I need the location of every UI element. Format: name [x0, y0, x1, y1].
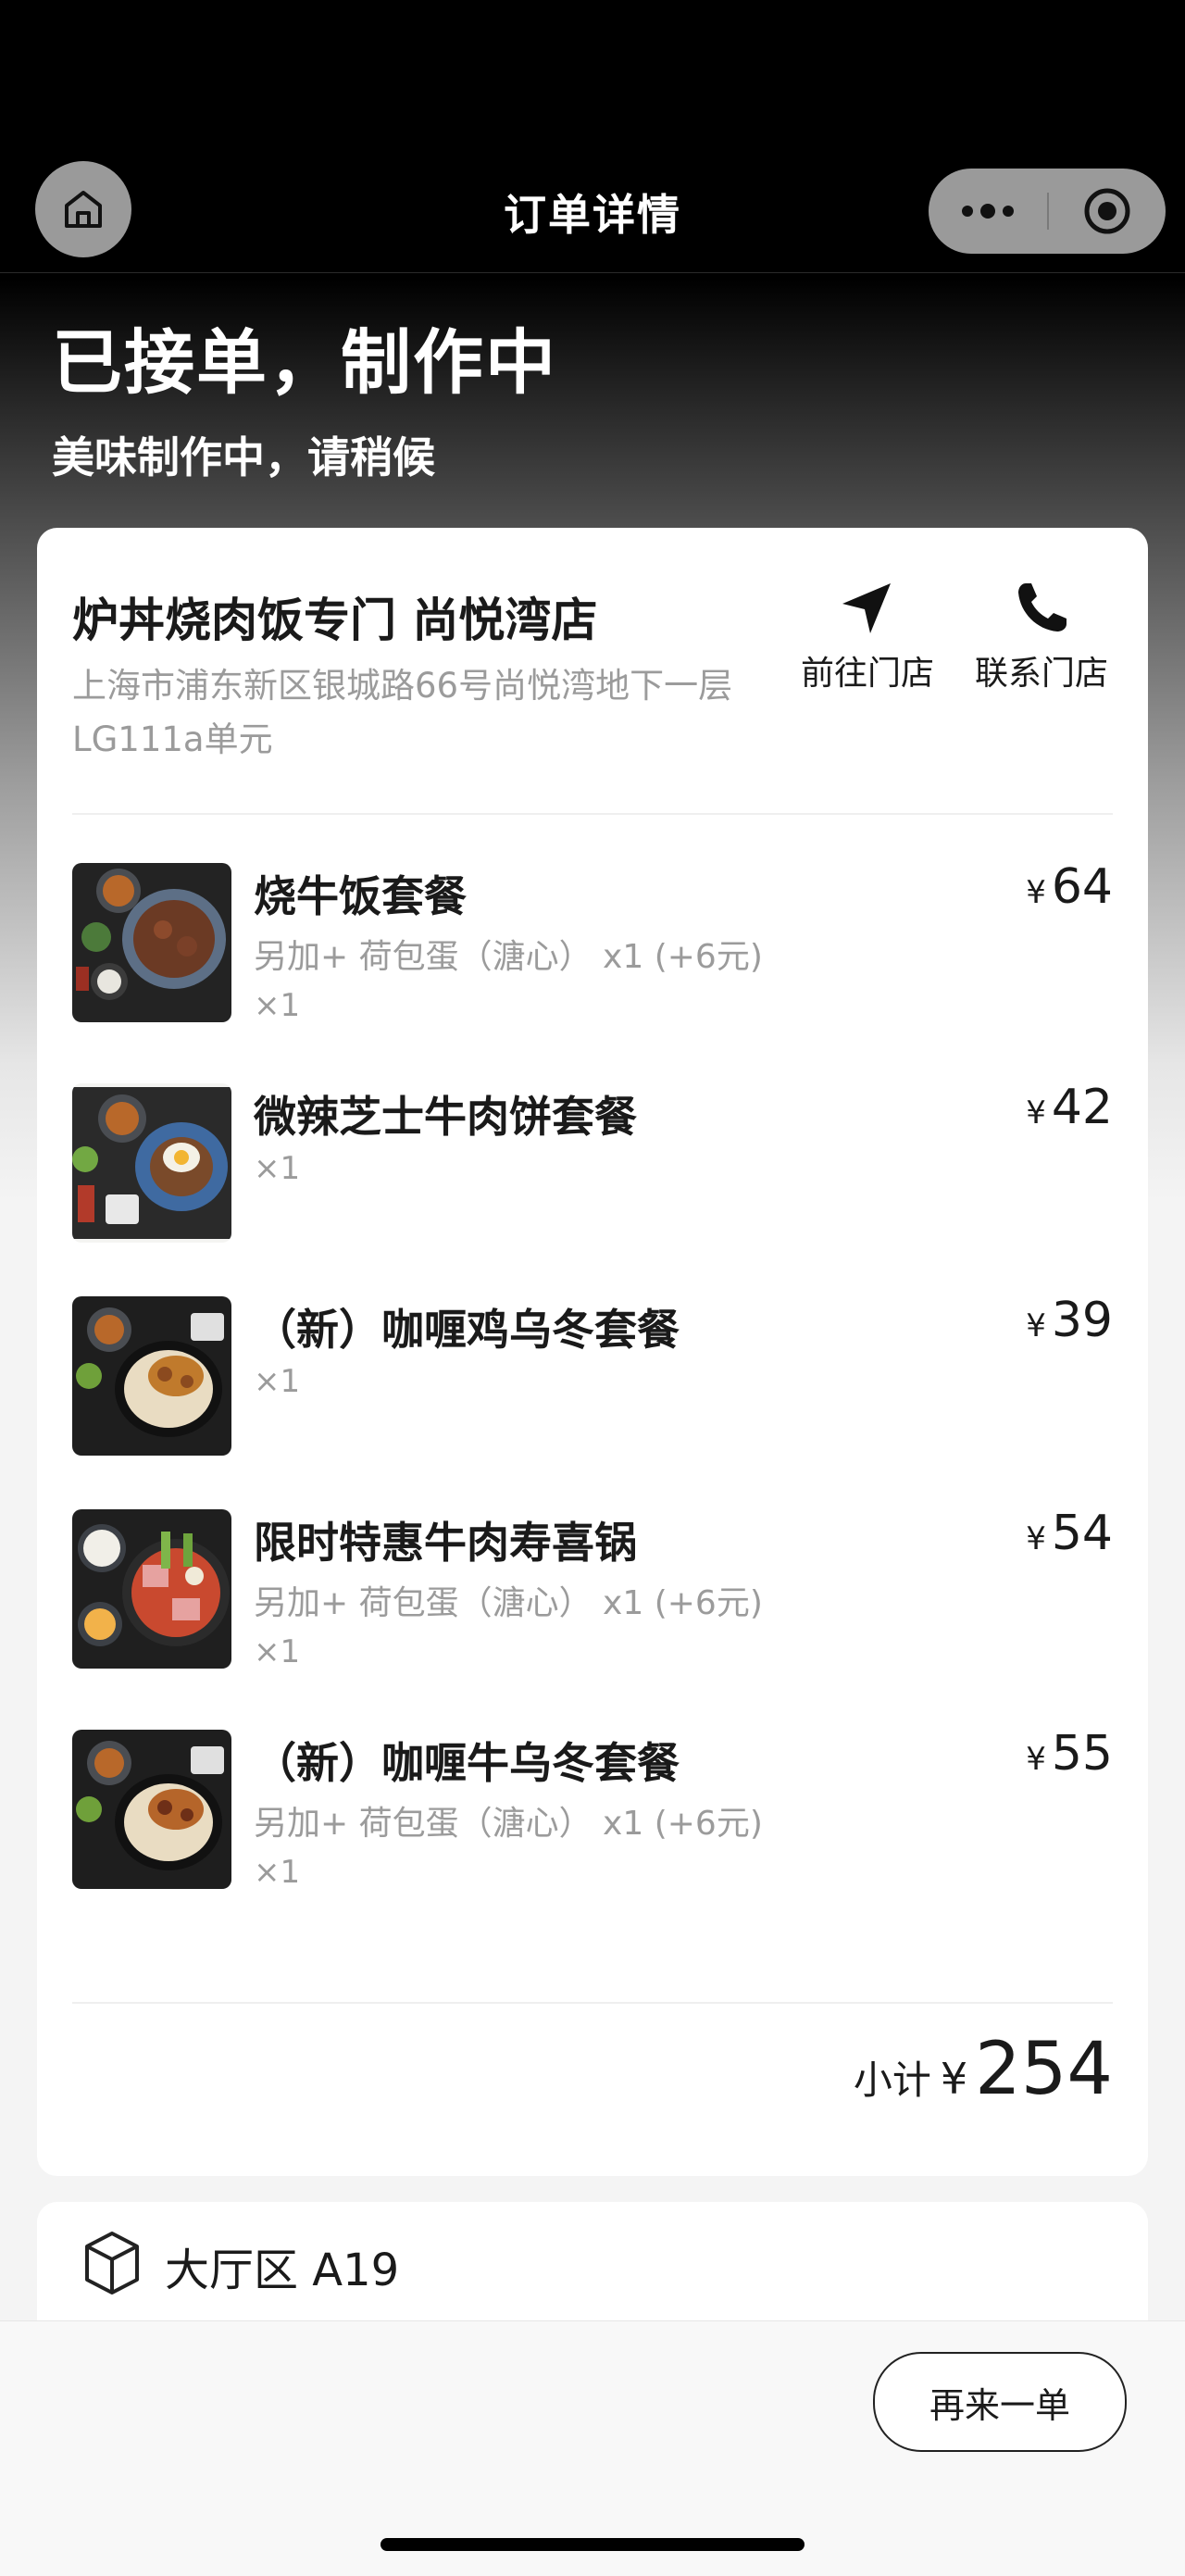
item-quantity: ×1 [254, 987, 301, 1024]
order-item: 微辣芝士牛肉饼套餐 ×1 ¥42 [72, 1080, 1113, 1243]
item-image [72, 1730, 231, 1889]
item-price: ¥54 [1026, 1506, 1113, 1561]
subtotal-divider [72, 2002, 1113, 2004]
item-price-value: 64 [1051, 859, 1113, 915]
cube-icon [85, 2232, 139, 2295]
navigate-label: 前往门店 [800, 655, 934, 693]
currency-symbol: ¥ [1026, 1307, 1046, 1344]
item-image [72, 863, 231, 1022]
nav-bar: 订单详情 [0, 157, 1185, 273]
currency-symbol: ¥ [1026, 1741, 1046, 1778]
more-button[interactable] [929, 169, 1047, 254]
navigate-to-store-button[interactable]: 前往门店 [789, 576, 946, 694]
item-quantity: ×1 [254, 1633, 301, 1670]
phone-icon [1018, 583, 1066, 631]
item-price-value: 39 [1051, 1293, 1113, 1348]
store-divider [72, 813, 1113, 815]
currency-symbol: ¥ [1026, 1520, 1046, 1557]
reorder-button[interactable]: 再来一单 [873, 2352, 1127, 2452]
item-price-value: 42 [1051, 1080, 1113, 1135]
item-name: 限时特惠牛肉寿喜锅 [254, 1518, 637, 1568]
item-option: 另加+ 荷包蛋（溏心） x1 (+6元) [254, 1584, 763, 1622]
item-price-value: 55 [1051, 1726, 1113, 1782]
order-item: （新）咖喱牛乌冬套餐 另加+ 荷包蛋（溏心） x1 (+6元) ×1 ¥55 [72, 1726, 1113, 1915]
target-circle-icon [1084, 188, 1130, 234]
more-dots-icon [962, 204, 1014, 219]
item-quantity: ×1 [254, 1854, 301, 1891]
item-name: （新）咖喱牛乌冬套餐 [254, 1738, 680, 1788]
item-image [72, 1083, 231, 1243]
item-image [72, 1509, 231, 1669]
item-quantity: ×1 [254, 1363, 301, 1400]
item-price: ¥55 [1026, 1726, 1113, 1782]
order-item: 烧牛饭套餐 另加+ 荷包蛋（溏心） x1 (+6元) ×1 ¥64 [72, 859, 1113, 1048]
store-address: 上海市浦东新区银城路66号尚悦湾地下一层LG111a单元 [72, 666, 733, 759]
call-store-button[interactable]: 联系门店 [963, 576, 1120, 694]
item-image [72, 1296, 231, 1456]
subtotal-amount: 254 [975, 2028, 1113, 2111]
mini-program-capsule [929, 169, 1166, 254]
item-quantity: ×1 [254, 1150, 301, 1187]
table-label: 大厅区 A19 [165, 2245, 400, 2296]
navigation-arrow-icon [842, 583, 891, 633]
item-name: 烧牛饭套餐 [254, 871, 467, 921]
currency-symbol: ¥ [940, 2054, 968, 2104]
home-indicator [380, 2538, 805, 2551]
item-price: ¥42 [1026, 1080, 1113, 1135]
status-bar [0, 0, 1185, 157]
close-button[interactable] [1049, 169, 1166, 254]
item-price: ¥64 [1026, 859, 1113, 915]
item-name: 微辣芝士牛肉饼套餐 [254, 1092, 637, 1142]
call-label: 联系门店 [974, 655, 1108, 693]
currency-symbol: ¥ [1026, 1094, 1046, 1132]
currency-symbol: ¥ [1026, 874, 1046, 911]
subtotal: 小计 ¥ 254 [854, 2028, 1113, 2111]
order-card: 炉丼烧肉饭专门 尚悦湾店 上海市浦东新区银城路66号尚悦湾地下一层LG111a单… [37, 528, 1148, 2176]
item-option: 另加+ 荷包蛋（溏心） x1 (+6元) [254, 1805, 763, 1843]
subtotal-label: 小计 [853, 2057, 931, 2103]
order-status-subtitle: 美味制作中，请稍候 [52, 432, 435, 482]
order-item: （新）咖喱鸡乌冬套餐 ×1 ¥39 [72, 1293, 1113, 1456]
order-status-title: 已接单，制作中 [52, 321, 557, 404]
item-price: ¥39 [1026, 1293, 1113, 1348]
store-name: 炉丼烧肉饭专门 尚悦湾店 [72, 594, 598, 647]
item-option: 另加+ 荷包蛋（溏心） x1 (+6元) [254, 938, 763, 976]
item-name: （新）咖喱鸡乌冬套餐 [254, 1305, 680, 1355]
order-item: 限时特惠牛肉寿喜锅 另加+ 荷包蛋（溏心） x1 (+6元) ×1 ¥54 [72, 1506, 1113, 1694]
item-price-value: 54 [1051, 1506, 1113, 1561]
